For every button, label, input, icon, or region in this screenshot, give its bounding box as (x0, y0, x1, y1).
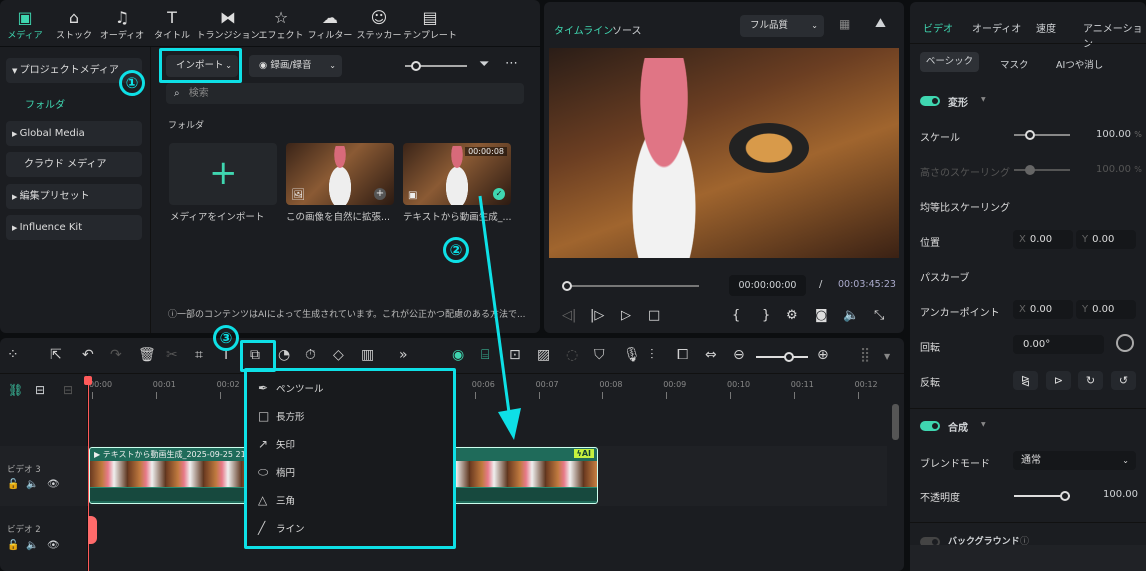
annotation-arrow (478, 195, 521, 440)
